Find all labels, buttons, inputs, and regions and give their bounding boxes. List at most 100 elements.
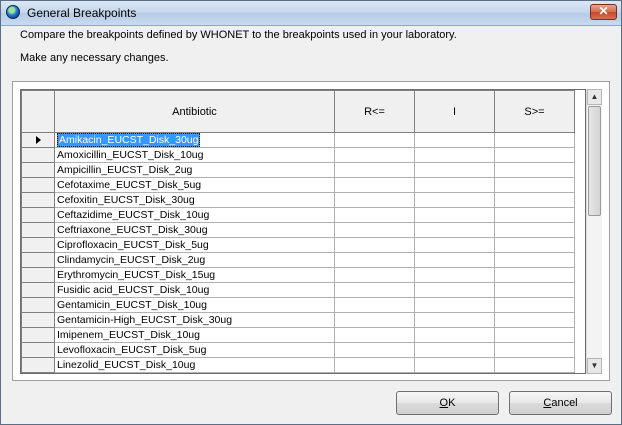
s-cell[interactable] [494, 132, 575, 148]
antibiotic-cell[interactable]: Linezolid_EUCST_Disk_10ug [54, 357, 335, 373]
r-cell[interactable] [334, 297, 415, 313]
s-cell[interactable] [494, 252, 575, 268]
i-cell[interactable] [414, 327, 495, 343]
table-row[interactable]: Imipenem_EUCST_Disk_10ug [21, 327, 575, 343]
s-cell[interactable] [494, 357, 575, 373]
row-header[interactable] [21, 207, 55, 223]
column-header-r[interactable]: R<= [334, 90, 415, 133]
antibiotic-cell[interactable]: Gentamicin-High_EUCST_Disk_30ug [54, 312, 335, 328]
i-cell[interactable] [414, 282, 495, 298]
table-row[interactable]: Ampicillin_EUCST_Disk_2ug [21, 162, 575, 178]
table-row[interactable] [21, 372, 575, 373]
table-row[interactable]: Cefoxitin_EUCST_Disk_30ug [21, 192, 575, 208]
antibiotic-cell[interactable]: Ceftriaxone_EUCST_Disk_30ug [54, 222, 335, 238]
row-header[interactable] [21, 162, 55, 178]
r-cell[interactable] [334, 312, 415, 328]
antibiotic-cell[interactable]: Clindamycin_EUCST_Disk_2ug [54, 252, 335, 268]
row-header[interactable] [21, 222, 55, 238]
r-cell[interactable] [334, 372, 415, 373]
i-cell[interactable] [414, 372, 495, 373]
i-cell[interactable] [414, 342, 495, 358]
i-cell[interactable] [414, 357, 495, 373]
i-cell[interactable] [414, 147, 495, 163]
s-cell[interactable] [494, 312, 575, 328]
row-header[interactable] [21, 282, 55, 298]
r-cell[interactable] [334, 192, 415, 208]
antibiotic-cell[interactable]: Fusidic acid_EUCST_Disk_10ug [54, 282, 335, 298]
s-cell[interactable] [494, 342, 575, 358]
r-cell[interactable] [334, 177, 415, 193]
row-header[interactable] [21, 177, 55, 193]
table-row[interactable]: Erythromycin_EUCST_Disk_15ug [21, 267, 575, 283]
i-cell[interactable] [414, 297, 495, 313]
column-header-antibiotic[interactable]: Antibiotic [54, 90, 335, 133]
table-row[interactable]: Gentamicin-High_EUCST_Disk_30ug [21, 312, 575, 328]
r-cell[interactable] [334, 327, 415, 343]
s-cell[interactable] [494, 327, 575, 343]
r-cell[interactable] [334, 162, 415, 178]
antibiotic-cell[interactable]: Cefotaxime_EUCST_Disk_5ug [54, 177, 335, 193]
row-header[interactable] [21, 147, 55, 163]
antibiotic-cell[interactable]: Gentamicin_EUCST_Disk_10ug [54, 297, 335, 313]
s-cell[interactable] [494, 222, 575, 238]
row-header[interactable] [21, 237, 55, 253]
i-cell[interactable] [414, 192, 495, 208]
scroll-up-icon[interactable]: ▲ [587, 89, 602, 105]
table-row[interactable]: Amikacin_EUCST_Disk_30ug [21, 132, 575, 148]
s-cell[interactable] [494, 282, 575, 298]
row-header[interactable] [21, 267, 55, 283]
i-cell[interactable] [414, 162, 495, 178]
r-cell[interactable] [334, 357, 415, 373]
table-row[interactable]: Amoxicillin_EUCST_Disk_10ug [21, 147, 575, 163]
vertical-scrollbar[interactable]: ▲ ▼ [586, 89, 602, 374]
close-button[interactable]: ✕ [590, 4, 617, 20]
row-header[interactable] [21, 342, 55, 358]
column-header-i[interactable]: I [414, 90, 495, 133]
column-header-s[interactable]: S>= [494, 90, 575, 133]
i-cell[interactable] [414, 237, 495, 253]
antibiotic-cell[interactable]: Erythromycin_EUCST_Disk_15ug [54, 267, 335, 283]
s-cell[interactable] [494, 147, 575, 163]
antibiotic-cell[interactable]: Levofloxacin_EUCST_Disk_5ug [54, 342, 335, 358]
table-row[interactable]: Ceftriaxone_EUCST_Disk_30ug [21, 222, 575, 238]
antibiotic-cell[interactable]: Amikacin_EUCST_Disk_30ug [54, 132, 335, 148]
r-cell[interactable] [334, 282, 415, 298]
row-header[interactable] [21, 312, 55, 328]
r-cell[interactable] [334, 207, 415, 223]
i-cell[interactable] [414, 312, 495, 328]
table-row[interactable]: Ciprofloxacin_EUCST_Disk_5ug [21, 237, 575, 253]
row-header[interactable] [21, 327, 55, 343]
i-cell[interactable] [414, 177, 495, 193]
r-cell[interactable] [334, 267, 415, 283]
scroll-down-icon[interactable]: ▼ [587, 358, 602, 374]
table-row[interactable]: Linezolid_EUCST_Disk_10ug [21, 357, 575, 373]
table-row[interactable]: Cefotaxime_EUCST_Disk_5ug [21, 177, 575, 193]
antibiotic-cell[interactable]: Cefoxitin_EUCST_Disk_30ug [54, 192, 335, 208]
row-header[interactable] [21, 357, 55, 373]
s-cell[interactable] [494, 177, 575, 193]
row-header[interactable] [21, 297, 55, 313]
r-cell[interactable] [334, 222, 415, 238]
r-cell[interactable] [334, 252, 415, 268]
antibiotic-cell[interactable] [54, 372, 335, 373]
i-cell[interactable] [414, 267, 495, 283]
table-row[interactable]: Fusidic acid_EUCST_Disk_10ug [21, 282, 575, 298]
table-row[interactable]: Levofloxacin_EUCST_Disk_5ug [21, 342, 575, 358]
s-cell[interactable] [494, 267, 575, 283]
i-cell[interactable] [414, 222, 495, 238]
antibiotic-cell[interactable]: Imipenem_EUCST_Disk_10ug [54, 327, 335, 343]
row-header[interactable] [21, 192, 55, 208]
table-row[interactable]: Clindamycin_EUCST_Disk_2ug [21, 252, 575, 268]
r-cell[interactable] [334, 237, 415, 253]
s-cell[interactable] [494, 207, 575, 223]
s-cell[interactable] [494, 372, 575, 373]
table-row[interactable]: Gentamicin_EUCST_Disk_10ug [21, 297, 575, 313]
s-cell[interactable] [494, 192, 575, 208]
r-cell[interactable] [334, 342, 415, 358]
row-header[interactable] [21, 252, 55, 268]
i-cell[interactable] [414, 132, 495, 148]
cancel-button[interactable]: Cancel [509, 391, 612, 415]
s-cell[interactable] [494, 162, 575, 178]
i-cell[interactable] [414, 252, 495, 268]
row-header[interactable] [21, 132, 55, 148]
